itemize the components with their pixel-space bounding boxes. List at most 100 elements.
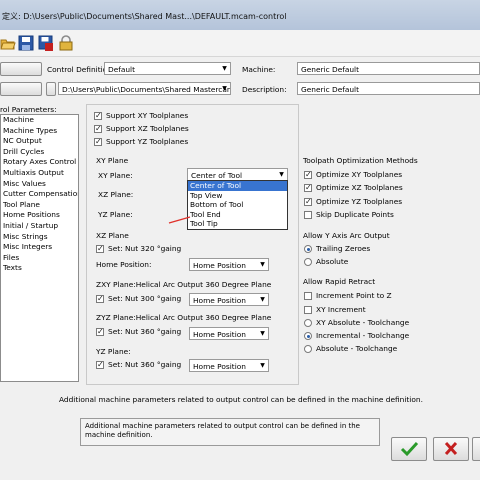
tree-item-files[interactable]: Files: [1, 253, 78, 264]
skip-duplicate-checkbox[interactable]: Skip Duplicate Points: [304, 210, 394, 219]
open-folder-icon[interactable]: [0, 35, 16, 51]
tree-item-misc-strings[interactable]: Misc Strings: [1, 232, 78, 243]
yz-plane-label: YZ Plane:: [98, 210, 133, 219]
zyz-set-checkbox[interactable]: Set: Nut 360 °gaing: [96, 327, 181, 336]
checkbox: [304, 197, 312, 206]
optimize-xy-checkbox[interactable]: Optimize XY Toolplanes: [304, 170, 402, 179]
support-xy-checkbox[interactable]: Support XY Toolplanes: [94, 111, 188, 120]
ok-button[interactable]: [391, 437, 427, 461]
save-icon[interactable]: [18, 35, 34, 51]
zxy-set-checkbox[interactable]: Set: Nut 300 °gaing: [96, 294, 181, 303]
cancel-button[interactable]: [433, 437, 469, 461]
support-xz-checkbox[interactable]: Support XZ Toolplanes: [94, 124, 189, 133]
xz-plane-title: XZ Plane: [96, 231, 129, 240]
chevron-down-icon: ▼: [222, 85, 227, 92]
toolbar: [0, 30, 480, 57]
absolute-radio[interactable]: Absolute: [304, 257, 348, 266]
tree-item-home-positions[interactable]: Home Positions: [1, 210, 78, 221]
radio: [304, 244, 312, 253]
zxy-plane-title: ZXY Plane:Helical Arc Output 360 Degree …: [96, 280, 272, 289]
xz-set-checkbox[interactable]: Set: Nut 320 °gaing: [96, 244, 181, 253]
browse-button-1[interactable]: [0, 62, 42, 76]
yz-plane-title: YZ Plane:: [96, 347, 131, 356]
xy-absolute-radio[interactable]: XY Absolute - Toolchange: [304, 318, 409, 327]
xy-plane-value: Center of Tool: [191, 171, 243, 180]
parameter-tree: Machine Machine Types NC Output Drill Cy…: [0, 114, 79, 382]
zxy-home-select[interactable]: Home Position ▼: [189, 293, 269, 306]
footer-note: Additional machine parameters related to…: [59, 395, 423, 404]
increment-z-label: Increment Point to Z: [316, 291, 392, 300]
option-center-of-tool[interactable]: Center of Tool: [188, 181, 287, 191]
tree-item-misc-values[interactable]: Misc Values: [1, 179, 78, 190]
option-tool-tip[interactable]: Tool Tip: [188, 219, 287, 229]
tree-item-multiaxis-output[interactable]: Multiaxis Output: [1, 168, 78, 179]
yz-home-value: Home Position: [193, 362, 246, 371]
status-box: Additional machine parameters related to…: [80, 418, 380, 446]
xz-set-label: Set: Nut 320 °gaing: [108, 244, 182, 253]
tree-item-misc-integers[interactable]: Misc Integers: [1, 242, 78, 253]
checkbox: [304, 183, 312, 192]
absolute-toolchange-radio[interactable]: Absolute - Toolchange: [304, 344, 397, 353]
support-yz-label: Support YZ Toolplanes: [106, 137, 189, 146]
checkbox: [304, 305, 312, 314]
control-definition-value: Default: [108, 65, 136, 74]
lock-icon[interactable]: [58, 35, 74, 51]
browse-button-2[interactable]: [0, 82, 42, 96]
tree-item-machine[interactable]: Machine: [1, 115, 78, 126]
tree-item-nc-output[interactable]: NC Output: [1, 136, 78, 147]
option-bottom-of-tool[interactable]: Bottom of Tool: [188, 200, 287, 210]
yz-set-label: Set: Nut 360 °gaing: [108, 360, 182, 369]
trailing-zeroes-radio[interactable]: Trailing Zeroes: [304, 244, 370, 253]
checkbox: [94, 124, 102, 133]
tree-item-initial-startup[interactable]: Initial / Startup: [1, 221, 78, 232]
tree-item-machine-types[interactable]: Machine Types: [1, 126, 78, 137]
description-field[interactable]: Generic Default: [297, 82, 480, 95]
trailing-zeroes-label: Trailing Zeroes: [316, 244, 371, 253]
zyz-home-select[interactable]: Home Position ▼: [189, 327, 269, 340]
option-tool-end[interactable]: Tool End: [188, 210, 287, 220]
tree-item-cutter-compensation[interactable]: Cutter Compensation: [1, 189, 78, 200]
optimize-xy-label: Optimize XY Toolplanes: [316, 170, 403, 179]
rapid-title: Allow Rapid Retract: [303, 277, 376, 286]
title-bar: 定义: D:\Users\Public\Documents\Shared Mas…: [0, 0, 480, 31]
help-button[interactable]: [472, 437, 480, 461]
chevron-down-icon: ▼: [260, 362, 265, 369]
checkbox: [96, 294, 104, 303]
checkbox: [96, 360, 104, 369]
tree-item-tool-plane[interactable]: Tool Plane: [1, 200, 78, 211]
yz-home-select[interactable]: Home Position ▼: [189, 359, 269, 372]
annotation-stroke: [168, 216, 191, 224]
incremental-toolchange-radio[interactable]: Incremental - Toolchange: [304, 331, 409, 340]
xy-absolute-label: XY Absolute - Toolchange: [316, 318, 410, 327]
checkbox: [96, 327, 104, 336]
radio: [304, 257, 312, 266]
tree-item-rotary-axes-control[interactable]: Rotary Axes Control: [1, 157, 78, 168]
optimize-xz-checkbox[interactable]: Optimize XZ Toolplanes: [304, 183, 403, 192]
support-yz-checkbox[interactable]: Support YZ Toolplanes: [94, 137, 188, 146]
xz-home-select[interactable]: Home Position ▼: [189, 258, 269, 271]
absolute-label: Absolute: [316, 257, 349, 266]
save-as-icon[interactable]: [38, 35, 54, 51]
increment-z-checkbox[interactable]: Increment Point to Z: [304, 291, 392, 300]
tree-title: rol Parameters:: [0, 105, 57, 114]
tree-item-drill-cycles[interactable]: Drill Cycles: [1, 147, 78, 158]
machine-field[interactable]: Generic Default: [297, 62, 480, 75]
tree-item-texts[interactable]: Texts: [1, 263, 78, 274]
chevron-down-icon: ▼: [260, 330, 265, 337]
zxy-home-value: Home Position: [193, 296, 246, 305]
description-label: Description:: [242, 85, 287, 94]
radio: [304, 344, 312, 353]
xy-increment-checkbox[interactable]: XY Increment: [304, 305, 366, 314]
zxy-set-label: Set: Nut 300 °gaing: [108, 294, 182, 303]
xy-plane-dropdown-list: Center of Tool Top View Bottom of Tool T…: [187, 180, 288, 230]
path-browse-button[interactable]: [46, 82, 56, 96]
optimize-yz-checkbox[interactable]: Optimize YZ Toolplanes: [304, 197, 402, 206]
chevron-down-icon: ▼: [222, 65, 227, 72]
option-top-view[interactable]: Top View: [188, 191, 287, 201]
chevron-down-icon: ▼: [279, 171, 284, 178]
yz-set-checkbox[interactable]: Set: Nut 360 °gaing: [96, 360, 181, 369]
control-definition-select[interactable]: Default ▼: [104, 62, 231, 75]
checkbox: [94, 137, 102, 146]
path-select[interactable]: D:\Users\Public\Documents\Shared Masterc…: [58, 82, 231, 95]
close-icon: [444, 441, 458, 456]
